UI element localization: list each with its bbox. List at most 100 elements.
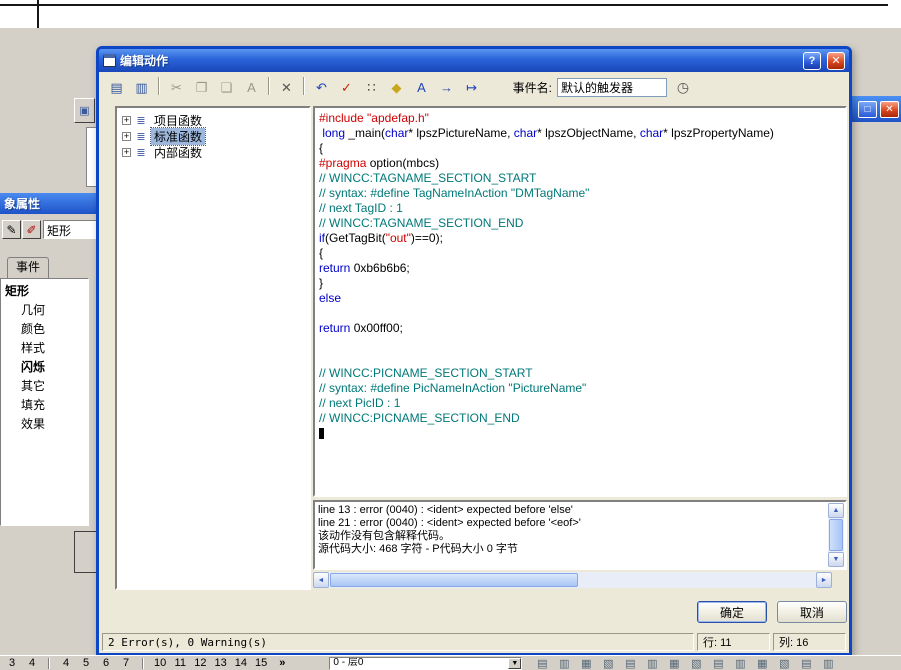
dialog-titlebar[interactable]: 编辑动作 ? ✕	[99, 49, 849, 72]
action-attach-icon[interactable]: ▤	[105, 77, 128, 99]
expand-icon[interactable]: +	[122, 147, 131, 157]
layer-button[interactable]: 6	[100, 657, 112, 669]
tree-item[interactable]: + ≣ 内部函数	[119, 144, 307, 160]
property-category[interactable]: 闪烁	[1, 357, 88, 376]
layer-button[interactable]: 11	[174, 657, 186, 669]
cut-icon[interactable]: ✂	[165, 77, 188, 99]
help-button[interactable]: ?	[803, 51, 821, 70]
layer-button[interactable]: 13	[215, 657, 227, 669]
paste-icon[interactable]: ❑	[215, 77, 238, 99]
code-token: // next TagID : 1	[319, 201, 403, 215]
ok-button[interactable]: 确定	[697, 601, 767, 623]
scroll-up-icon[interactable]: ▲	[828, 503, 844, 518]
palette-icon[interactable]: ▥	[556, 657, 572, 670]
property-category[interactable]: 几何	[1, 300, 88, 319]
font-icon[interactable]: A	[410, 77, 433, 99]
code-token: // next PicID : 1	[319, 396, 401, 410]
palette-icon[interactable]: ▦	[754, 657, 770, 670]
layer-button[interactable]: 10	[154, 657, 166, 669]
scroll-down-icon[interactable]: ▼	[828, 552, 844, 567]
close-icon[interactable]: ✕	[880, 100, 899, 118]
code-editor[interactable]: #include "apdefap.h" long _main(char* lp…	[313, 106, 847, 497]
event-name-input[interactable]	[557, 78, 667, 97]
chevron-down-icon[interactable]: ▼	[508, 657, 522, 669]
status-line-indicator: 行: 11	[697, 633, 770, 651]
error-vertical-scrollbar[interactable]: ▲ ▼	[828, 503, 844, 567]
palette-icon[interactable]: ▧	[600, 657, 616, 670]
text-cursor	[319, 428, 324, 440]
layer-button[interactable]: 4	[60, 657, 72, 669]
property-category[interactable]: 效果	[1, 414, 88, 433]
code-token: * lpszPictureName,	[408, 126, 514, 140]
property-category[interactable]: 填充	[1, 395, 88, 414]
palette-icon[interactable]: ▧	[688, 657, 704, 670]
property-category[interactable]: 颜色	[1, 319, 88, 338]
background-toolbar-icon[interactable]: ▣	[74, 98, 95, 123]
function-tree[interactable]: + ≣ 项目函数 + ≣ 标准函数 + ≣ 内部函数	[115, 106, 311, 590]
code-line: if(GetTagBit("out")==0);	[319, 231, 841, 246]
layer-button[interactable]: 12	[194, 657, 206, 669]
export-action-icon[interactable]: ↦	[460, 77, 483, 99]
separator	[48, 657, 50, 669]
code-line: return 0xb6b6b6;	[319, 261, 841, 276]
tree-item-label: 内部函数	[154, 145, 203, 160]
trigger-icon[interactable]: ◷	[672, 77, 694, 99]
check-syntax-icon[interactable]: ✓	[335, 77, 358, 99]
layer-button[interactable]: 14	[235, 657, 247, 669]
palette-icon[interactable]: ▤	[710, 657, 726, 670]
code-token: {	[319, 141, 324, 155]
palette-icon[interactable]: ▦	[666, 657, 682, 670]
object-properties-titlebar: 象属性	[0, 193, 97, 214]
horizontal-scrollbar[interactable]: ◄ ►	[313, 572, 832, 588]
layer-button[interactable]: 15	[255, 657, 267, 669]
object-cube-icon[interactable]: ◆	[385, 77, 408, 99]
palette-icon[interactable]: ▥	[644, 657, 660, 670]
maximize-icon[interactable]: □	[858, 100, 877, 118]
tag-dialog-icon[interactable]: ∷	[360, 77, 383, 99]
action-info-icon[interactable]: ▥	[130, 77, 153, 99]
pen-alt-icon[interactable]: ✐	[22, 220, 41, 239]
error-message: 源代码大小: 468 字符 - P代码大小 0 字节	[318, 543, 518, 555]
import-action-icon[interactable]: →	[435, 77, 458, 99]
layer-button[interactable]: 4	[26, 657, 38, 669]
code-token: char	[385, 126, 409, 140]
expand-icon[interactable]: +	[122, 131, 131, 141]
palette-icon[interactable]: ▤	[798, 657, 814, 670]
layer-overflow[interactable]: »	[279, 657, 285, 669]
palette-icon[interactable]: ▤	[622, 657, 638, 670]
object-select-combo[interactable]: 矩形	[43, 220, 97, 239]
tree-item[interactable]: + ≣ 标准函数	[119, 126, 307, 146]
scroll-left-icon[interactable]: ◄	[313, 572, 329, 588]
palette-icon[interactable]: ▥	[820, 657, 836, 670]
cancel-button[interactable]: 取消	[777, 601, 847, 623]
copy-icon[interactable]: ❐	[190, 77, 213, 99]
pen-icon[interactable]: ✎	[2, 220, 21, 239]
layer-select-combo[interactable]: 0 - 层0 ▼	[329, 656, 523, 670]
scroll-thumb[interactable]	[829, 519, 843, 551]
separator	[142, 657, 144, 669]
expand-icon[interactable]: +	[122, 115, 131, 125]
code-line: // syntax: #define TagNameInAction "DMTa…	[319, 186, 841, 201]
close-button[interactable]: ✕	[827, 51, 845, 70]
palette-icon[interactable]: ▦	[578, 657, 594, 670]
status-column-indicator: 列: 16	[773, 633, 846, 651]
delete-icon[interactable]: ✕	[275, 77, 298, 99]
scroll-thumb[interactable]	[330, 573, 578, 587]
code-line: // WINCC:PICNAME_SECTION_START	[319, 366, 841, 381]
tab-events[interactable]: 事件	[7, 257, 49, 278]
palette-icon[interactable]: ▥	[732, 657, 748, 670]
layer-button[interactable]: 7	[120, 657, 132, 669]
undo-icon[interactable]: ↶	[310, 77, 333, 99]
property-category[interactable]: 其它	[1, 376, 88, 395]
replace-icon[interactable]: A	[240, 77, 263, 99]
property-category[interactable]: 样式	[1, 338, 88, 357]
tree-item[interactable]: + ≣ 项目函数	[119, 112, 307, 128]
code-token: * lpszPropertyName)	[663, 126, 774, 140]
layer-button[interactable]: 5	[80, 657, 92, 669]
scroll-right-icon[interactable]: ►	[816, 572, 832, 588]
layer-button[interactable]: 3	[6, 657, 18, 669]
palette-icon[interactable]: ▤	[534, 657, 550, 670]
palette-icon[interactable]: ▧	[776, 657, 792, 670]
